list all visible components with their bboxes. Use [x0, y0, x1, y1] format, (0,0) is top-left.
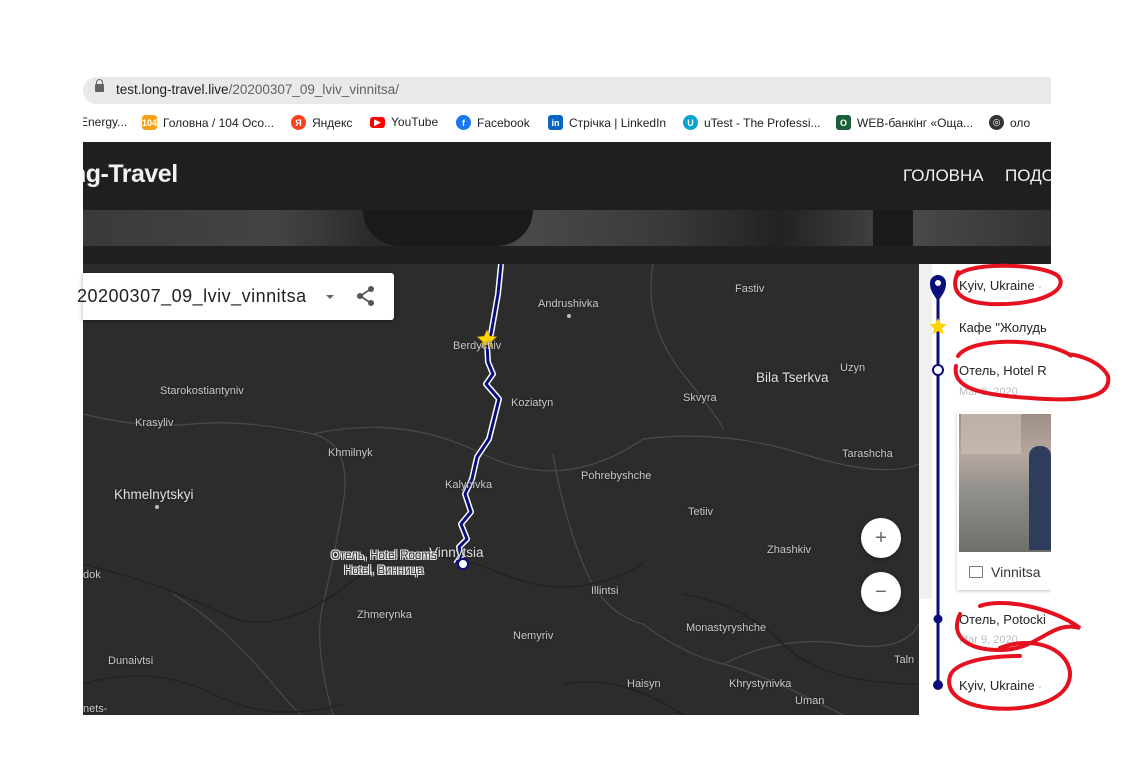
- annotation-circle: [953, 339, 1111, 402]
- annotation-circle: [947, 640, 1073, 711]
- annotation-circle: [953, 263, 1063, 307]
- red-annotations: [947, 263, 1111, 711]
